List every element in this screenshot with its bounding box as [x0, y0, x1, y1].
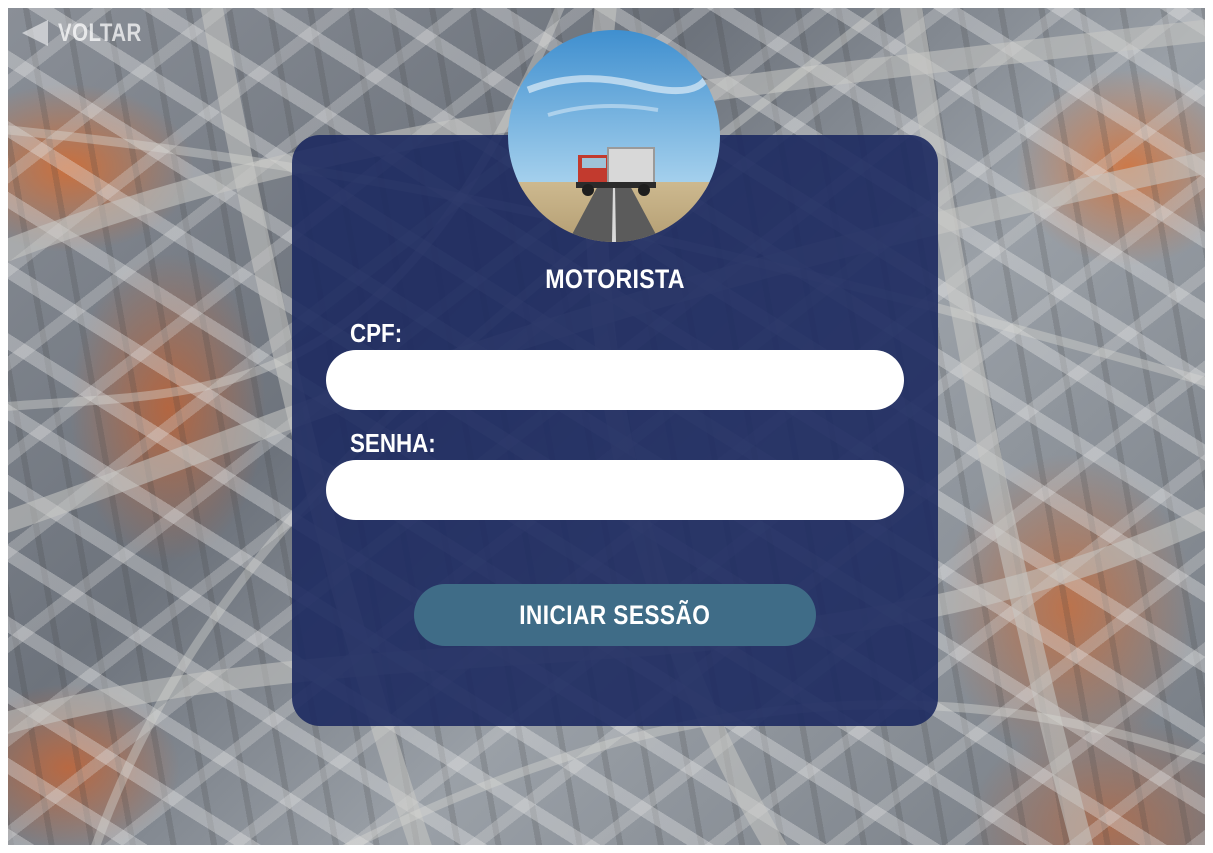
back-arrow-icon	[22, 20, 48, 46]
back-button[interactable]: VOLTAR	[20, 16, 160, 50]
password-input[interactable]	[326, 460, 904, 520]
truck-photo-icon	[508, 30, 720, 242]
role-title: MOTORISTA	[545, 264, 685, 294]
cpf-label: CPF:	[350, 318, 403, 348]
login-button[interactable]: INICIAR SESSÃO	[414, 584, 816, 646]
back-label: VOLTAR	[58, 18, 142, 47]
truck-avatar-photo	[508, 30, 720, 242]
login-button-label: INICIAR SESSÃO	[519, 599, 711, 630]
cpf-input[interactable]	[326, 350, 904, 410]
password-label: SENHA:	[350, 428, 436, 458]
